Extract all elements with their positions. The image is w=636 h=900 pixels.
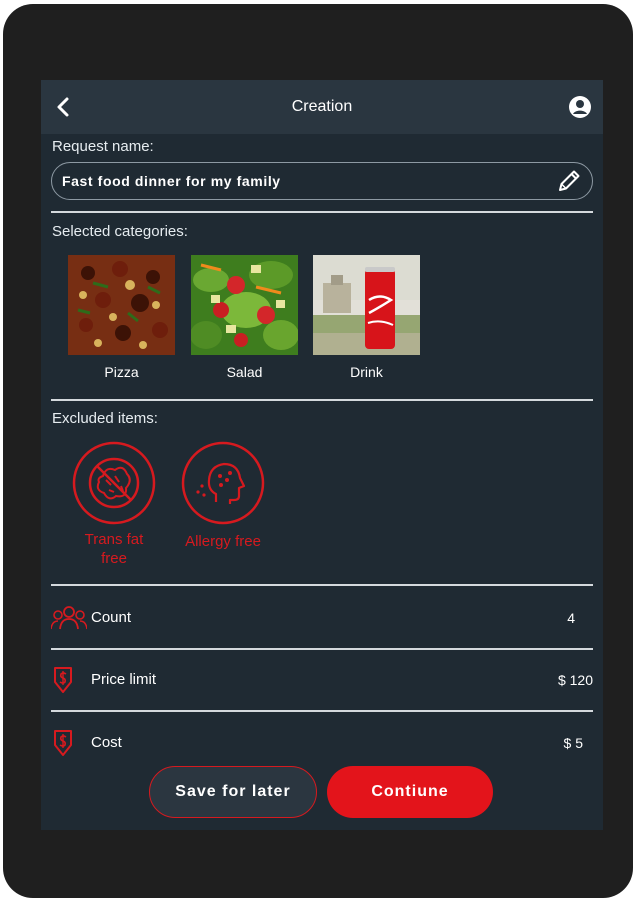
save-for-later-button[interactable]: Save for later [149,766,317,818]
account-circle-icon [569,96,591,118]
excluded-items-label: Excluded items: [52,410,158,427]
pencil-icon [559,170,580,191]
pizza-image [68,255,175,355]
divider [51,710,593,712]
category-salad[interactable]: Salad [191,255,298,380]
category-label: Salad [226,364,263,380]
salad-image [191,255,298,355]
price-limit-label: Price limit [91,671,157,688]
excluded-allergy[interactable]: Allergy free [180,440,266,551]
divider [51,584,593,586]
top-app-bar: Creation [41,80,603,134]
cost-label: Cost [91,734,122,751]
price-limit-row[interactable]: Price limit $ 120 [51,650,593,710]
category-drink[interactable]: Drink [313,255,420,380]
people-icon [51,606,87,630]
category-label: Drink [350,364,383,380]
excluded-trans-fat[interactable]: Trans fat free [71,440,157,568]
price-tag-icon [54,667,72,693]
app-screen: Creation Request name: Fast food dinner … [41,80,603,830]
cost-row[interactable]: Cost $ 5 [51,713,593,773]
account-button[interactable] [568,95,592,119]
no-trans-fat-icon [72,441,156,525]
page-title: Creation [291,98,353,115]
count-row[interactable]: Count 4 [51,588,593,648]
cost-value: $ 5 [563,735,583,751]
edit-name-button[interactable] [556,168,582,194]
excluded-label: Allergy free [185,533,261,550]
divider [51,211,593,213]
request-name-value[interactable]: Fast food dinner for my family [62,163,281,199]
divider [51,399,593,401]
selected-categories-label: Selected categories: [52,223,188,240]
tablet-frame: Creation Request name: Fast food dinner … [3,4,633,898]
request-name-field[interactable]: Fast food dinner for my family [51,162,593,200]
count-value: 4 [567,610,575,626]
allergy-icon [181,441,265,525]
back-button[interactable] [51,94,77,120]
chevron-left-icon [57,97,69,117]
category-pizza[interactable]: Pizza [68,255,175,380]
continue-button[interactable]: Contiune [327,766,493,818]
price-tag-icon [54,730,72,756]
excluded-label: Trans fat free [84,531,144,567]
cola-can-image [313,255,420,355]
price-limit-value: $ 120 [557,672,593,688]
count-label: Count [91,609,132,626]
request-name-label: Request name: [52,138,154,155]
category-label: Pizza [104,364,139,380]
